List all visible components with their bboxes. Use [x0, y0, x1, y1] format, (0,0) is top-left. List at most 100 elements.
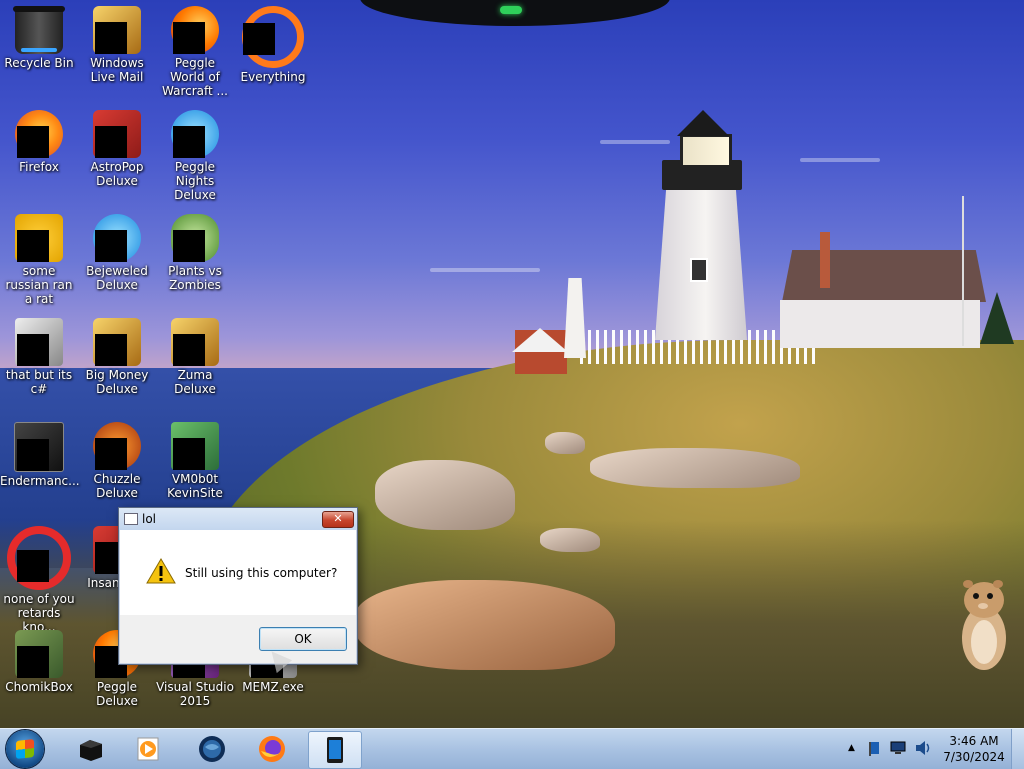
- recycle-bin-icon: [13, 6, 65, 54]
- copy-files-icon: [15, 318, 63, 366]
- icon-label: Windows Live Mail: [90, 56, 144, 84]
- zuma-icon: [171, 318, 219, 366]
- peggle-nights-icon: [171, 110, 219, 158]
- black-cube-icon: [80, 740, 102, 761]
- icon-label: Peggle Deluxe: [96, 680, 138, 708]
- taskbar-pinned-black-box-app[interactable]: [64, 731, 116, 767]
- desktop-icon-peggle-wow[interactable]: Peggle World of Warcraft ...: [156, 2, 234, 98]
- network-monitor-icon[interactable]: [890, 741, 906, 755]
- desktop-icon-that-but-csharp[interactable]: that but its c#: [0, 314, 78, 396]
- dialog-title-bar[interactable]: lol ✕: [119, 508, 357, 530]
- taskbar-pinned-tablet-app[interactable]: [308, 731, 362, 769]
- message-dialog[interactable]: lol ✕ Still using this computer? OK: [118, 507, 358, 665]
- desktop-icon-firefox[interactable]: Firefox: [0, 106, 78, 174]
- icon-label: Visual Studio 2015: [156, 680, 234, 708]
- everything-search-icon: [242, 6, 304, 68]
- desktop-icon-vm0b0t[interactable]: VM0b0t KevinSite: [156, 418, 234, 500]
- astropop-icon: [93, 110, 141, 158]
- clock-time: 3:46 AM: [949, 734, 999, 748]
- desktop-icon-windows-live-mail[interactable]: Windows Live Mail: [78, 2, 156, 84]
- bejeweled-icon: [93, 214, 141, 262]
- flag-pole: [962, 196, 964, 346]
- clock-date: 7/30/2024: [943, 750, 1005, 764]
- icon-label: Everything: [240, 70, 306, 84]
- keeper-house: [780, 300, 980, 348]
- taskbar-clock[interactable]: 3:46 AM 7/30/2024: [942, 733, 1006, 765]
- taskbar-pinned-globe-app[interactable]: [186, 731, 238, 767]
- lighthouse-lamp: [680, 134, 732, 168]
- vm-app-icon: [171, 422, 219, 470]
- firefox-icon: [15, 110, 63, 158]
- rock: [590, 448, 800, 488]
- keeper-house-roof: [782, 250, 986, 302]
- icon-label: Recycle Bin: [4, 56, 74, 70]
- lighthouse-roof: [677, 110, 729, 136]
- firefox-icon: [259, 736, 285, 762]
- icon-label: Firefox: [19, 160, 59, 174]
- icon-label: Zuma Deluxe: [174, 368, 216, 396]
- start-button[interactable]: [6, 730, 44, 768]
- dialog-body: Still using this computer?: [120, 530, 356, 615]
- media-player-icon: [137, 737, 159, 761]
- lighthouse-window: [690, 258, 708, 282]
- taskbar: ▲ 3:46 AM 7/30/2024: [0, 728, 1024, 769]
- warning-icon: [146, 558, 176, 584]
- cloud-streak: [600, 140, 670, 144]
- icon-label: Big Money Deluxe: [85, 368, 149, 396]
- bell-tower: [564, 278, 586, 358]
- icon-label: VM0b0t KevinSite: [167, 472, 223, 500]
- desktop-icon-chuzzle[interactable]: Chuzzle Deluxe: [78, 418, 156, 500]
- cloud-streak: [430, 268, 540, 272]
- icon-label: AstroPop Deluxe: [90, 160, 144, 188]
- taskbar-pinned-firefox[interactable]: [246, 731, 298, 767]
- desktop-icon-plants-vs-zombies[interactable]: Plants vs Zombies: [156, 210, 234, 292]
- windows-logo-icon: [16, 739, 34, 759]
- plants-vs-zombies-icon: [171, 214, 219, 262]
- opera-icon: [7, 526, 71, 590]
- desktop-icon-peggle-nights[interactable]: Peggle Nights Deluxe: [156, 106, 234, 202]
- chimney: [820, 232, 830, 288]
- windows-live-mail-icon: [93, 6, 141, 54]
- hamster-image: [962, 580, 1006, 670]
- dialog-title: lol: [142, 512, 157, 526]
- window-app-icon: [124, 513, 138, 525]
- desktop-icon-zuma[interactable]: Zuma Deluxe: [156, 314, 234, 396]
- big-money-icon: [93, 318, 141, 366]
- volume-speaker-icon[interactable]: [914, 739, 932, 757]
- desktop-icon-script[interactable]: some russian ran a rat: [0, 210, 78, 306]
- show-desktop-button[interactable]: [1011, 729, 1024, 769]
- icon-label: MEMZ.exe: [242, 680, 304, 694]
- rock: [545, 432, 585, 454]
- rock: [540, 528, 600, 552]
- desktop-icon-everything[interactable]: Everything: [234, 2, 312, 84]
- desktop-icon-recycle-bin[interactable]: Recycle Bin: [0, 2, 78, 70]
- desktop-icon-bejeweled[interactable]: Bejeweled Deluxe: [78, 210, 156, 292]
- rock: [375, 460, 515, 530]
- action-center-flag-icon[interactable]: [866, 740, 882, 756]
- peggle-wow-icon: [171, 6, 219, 54]
- rock: [355, 580, 615, 670]
- script-file-icon: [15, 214, 63, 262]
- icon-label: Bejeweled Deluxe: [86, 264, 148, 292]
- icon-label: Plants vs Zombies: [168, 264, 222, 292]
- close-button[interactable]: ✕: [322, 511, 354, 528]
- dock-indicator: [500, 6, 522, 14]
- console-app-icon: [14, 422, 64, 472]
- tablet-icon: [327, 737, 343, 763]
- taskbar-pinned-media-player[interactable]: [122, 731, 174, 767]
- icon-label: Peggle Nights Deluxe: [174, 160, 216, 202]
- show-hidden-icons-chevron-icon[interactable]: ▲: [848, 743, 855, 753]
- chomikbox-icon: [15, 630, 63, 678]
- desktop-icon-astropop[interactable]: AstroPop Deluxe: [78, 106, 156, 188]
- ok-button[interactable]: OK: [259, 627, 347, 651]
- globe-icon: [199, 736, 225, 762]
- icon-label: ChomikBox: [5, 680, 73, 694]
- icon-label: that but its c#: [5, 368, 73, 396]
- desktop-icon-endermanch[interactable]: Endermanc...: [0, 418, 80, 488]
- desktop-icon-big-money[interactable]: Big Money Deluxe: [78, 314, 156, 396]
- icon-label: Chuzzle Deluxe: [93, 472, 141, 500]
- desktop-icon-opera[interactable]: none of you retards kno...: [0, 522, 78, 634]
- system-tray: ▲: [848, 737, 938, 761]
- dialog-message: Still using this computer?: [185, 566, 338, 580]
- desktop-icon-chomikbox[interactable]: ChomikBox: [0, 626, 78, 694]
